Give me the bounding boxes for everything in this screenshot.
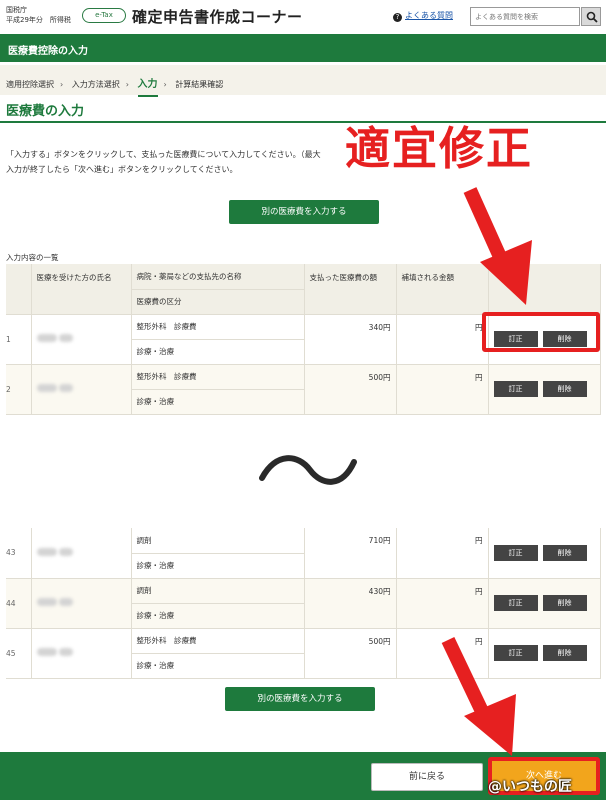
add-expense-button-top[interactable]: 別の医療費を入力する (229, 200, 379, 224)
search-button[interactable] (581, 7, 601, 26)
patient-name-blurred (31, 628, 132, 679)
page-title: 医療費の入力 (6, 104, 85, 119)
back-button[interactable]: 前に戻る (371, 763, 483, 791)
reimbursed-cell: 円 (396, 578, 489, 629)
paid-cell: 500円 (304, 628, 397, 679)
table-row: 44 調剤 430円 円 訂正 削除 (6, 578, 601, 629)
watermark: @いつもの匠 (488, 779, 572, 795)
row-index: 2 (6, 364, 32, 415)
category-cell: 診療・治療 (131, 389, 305, 415)
etax-badge[interactable]: e-Tax (82, 8, 126, 23)
table-header-provider: 病院・薬局などの支払先の名称 (131, 264, 305, 290)
paid-cell: 710円 (304, 528, 397, 579)
table-header-actions (488, 264, 601, 315)
table-header-index (6, 264, 32, 315)
step-item: 計算結果確認 (175, 80, 224, 89)
instructions: 「入力する」ボタンをクリックして、支払った医療費について入力してください。（最大… (6, 147, 346, 177)
faq-link[interactable]: ? よくある質問 (393, 10, 453, 22)
category-cell: 診療・治療 (131, 603, 305, 629)
table-row: 2 整形外科 診療費 500円 円 訂正 削除 (6, 364, 601, 415)
delete-button[interactable]: 削除 (542, 595, 587, 611)
step-breadcrumb: 適用控除選択 › 入力方法選択 › 入力 › 計算結果確認 (0, 65, 606, 97)
agency-name: 国税庁 (6, 6, 27, 14)
row-actions: 訂正 削除 (488, 578, 601, 629)
step-item-current: 入力 (137, 79, 158, 97)
category-cell: 診療・治療 (131, 339, 305, 365)
category-cell: 診療・治療 (131, 653, 305, 679)
search-input[interactable] (470, 7, 580, 26)
tilde-separator (259, 455, 357, 485)
row-index: 43 (6, 528, 32, 579)
table-row: 43 調剤 710円 円 訂正 削除 (6, 528, 601, 579)
table-header-patient: 医療を受けた方の氏名 (31, 264, 132, 315)
reimbursed-cell: 円 (396, 628, 489, 679)
table-row: 45 整形外科 診療費 500円 円 訂正 削除 (6, 628, 601, 679)
site-header: 国税庁 平成29年分 所得税 e-Tax 確定申告書作成コーナー ? よくある質問 (0, 0, 606, 34)
instruction-line: 入力が終了したら「次へ進む」ボタンをクリックしてください。 (6, 165, 238, 174)
row-index: 1 (6, 314, 32, 365)
step-item: 入力方法選択 (71, 80, 120, 89)
edit-button[interactable]: 訂正 (493, 544, 538, 561)
chevron-right-icon: › (125, 80, 129, 89)
annotation-text: 適宜修正 (345, 122, 534, 175)
patient-name-blurred (31, 528, 132, 579)
delete-button[interactable]: 削除 (542, 381, 587, 397)
patient-name-blurred (31, 578, 132, 629)
row-index: 44 (6, 578, 32, 629)
reimbursed-cell: 円 (396, 314, 489, 365)
provider-cell: 調剤 (131, 528, 305, 554)
provider-cell: 整形外科 診療費 (131, 628, 305, 654)
row-actions: 訂正 削除 (488, 528, 601, 579)
row-index: 45 (6, 628, 32, 679)
app-title: 確定申告書作成コーナー (132, 8, 303, 26)
delete-button[interactable]: 削除 (542, 544, 587, 561)
tax-year-label: 平成29年分 所得税 (6, 16, 71, 24)
row-actions: 訂正 削除 (488, 628, 601, 679)
step-item: 適用控除選択 (6, 80, 54, 89)
add-expense-button-bottom[interactable]: 別の医療費を入力する (225, 687, 375, 711)
paid-cell: 500円 (304, 364, 397, 415)
delete-button[interactable]: 削除 (542, 645, 587, 661)
patient-name-blurred (31, 364, 132, 415)
table-header-paid: 支払った医療費の額 (304, 264, 397, 315)
chevron-right-icon: › (60, 80, 64, 89)
category-cell: 診療・治療 (131, 553, 305, 579)
edit-button[interactable]: 訂正 (493, 381, 538, 397)
provider-cell: 整形外科 診療費 (131, 364, 305, 390)
list-label: 入力内容の一覧 (6, 253, 59, 262)
edit-button[interactable]: 訂正 (493, 645, 538, 661)
row-actions: 訂正 削除 (488, 364, 601, 415)
table-header-reimbursed: 補填される金額 (396, 264, 489, 315)
instruction-line: 「入力する」ボタンをクリックして、支払った医療費について入力してください。（最大 (6, 150, 321, 159)
faq-link-label: よくある質問 (405, 11, 453, 20)
search-icon (586, 11, 598, 23)
paid-cell: 340円 (304, 314, 397, 365)
paid-cell: 430円 (304, 578, 397, 629)
table-header-category: 医療費の区分 (131, 289, 305, 315)
edit-button[interactable]: 訂正 (493, 595, 538, 611)
reimbursed-cell: 円 (396, 364, 489, 415)
reimbursed-cell: 円 (396, 528, 489, 579)
highlight-box (482, 312, 600, 352)
section-title-bar: 医療費控除の入力 (0, 34, 606, 62)
chevron-right-icon: › (163, 80, 167, 89)
agency-label: 国税庁 平成29年分 所得税 (6, 5, 71, 25)
expense-table-bottom: 43 調剤 710円 円 訂正 削除 診療・治療 44 調剤 430円 円 訂正削… (6, 528, 601, 679)
patient-name-blurred (31, 314, 132, 365)
provider-cell: 整形外科 診療費 (131, 314, 305, 340)
question-icon: ? (393, 13, 402, 22)
provider-cell: 調剤 (131, 578, 305, 604)
